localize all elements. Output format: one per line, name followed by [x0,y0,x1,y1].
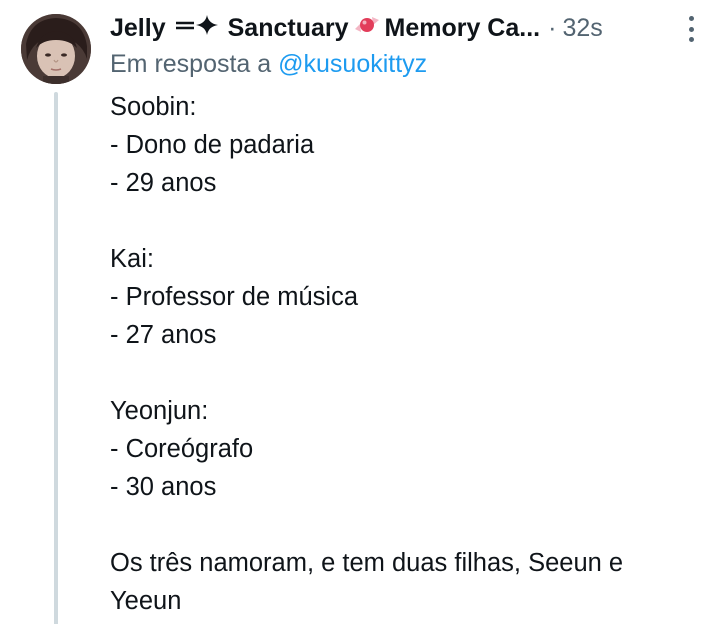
body-line: - 27 anos [110,321,217,349]
avatar[interactable] [21,14,91,84]
body-line: - 29 anos [110,169,217,197]
candy-icon [351,11,383,46]
body-line [110,506,700,544]
body-line [110,202,700,240]
timestamp[interactable]: 32s [562,14,602,43]
body-line: - Coreógrafo [110,435,254,463]
body-line: Soobin: [110,93,197,121]
tweet-body: Soobin: - Dono de padaria - 29 anos Kai:… [110,88,700,620]
more-dot [688,26,694,32]
more-dot [688,37,694,42]
body-line: - 30 anos [110,473,217,501]
reply-context: Em resposta a @kusuokittyz [110,50,427,79]
more-vertical-icon[interactable] [687,16,695,42]
header-separator: · [548,13,557,42]
thread-line [54,92,58,624]
author-name[interactable]: Jelly Sanctuary Memory Ca... [110,11,540,46]
author-name-part1: Jelly [110,13,166,42]
avatar-image [21,14,91,84]
body-line: - Dono de padaria [110,131,315,159]
tweet: Jelly Sanctuary Memory Ca... · 32s Em re… [0,0,715,624]
author-name-part2: Sanctuary [227,13,349,42]
author-name-part3: Memory Ca... [384,13,541,42]
sparkle-deco-icon [175,14,218,35]
reply-handle-link[interactable]: @kusuokittyz [278,50,427,78]
author-name-deco [174,14,220,43]
body-line: - Professor de música [110,283,359,311]
body-line [110,354,700,392]
tweet-header: Jelly Sanctuary Memory Ca... · 32s [110,10,695,46]
reply-prefix: Em resposta a [110,50,272,78]
body-line: Kai: [110,245,154,273]
body-line: Yeonjun: [110,397,209,425]
body-line: Os três namoram, e tem duas filhas, Seeu… [110,549,624,615]
more-dot [688,16,694,21]
